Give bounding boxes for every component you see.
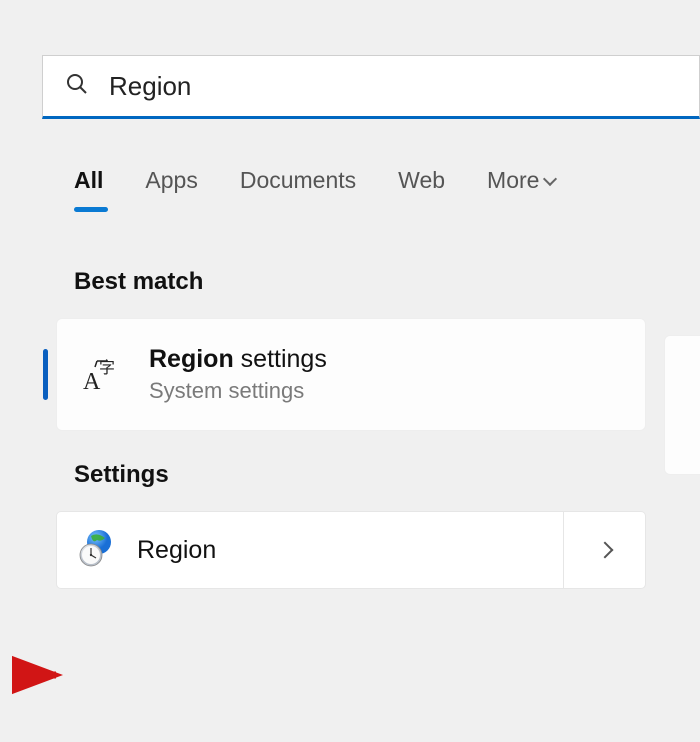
settings-header: Settings [74, 461, 700, 489]
expand-button[interactable] [563, 512, 645, 588]
tab-web[interactable]: Web [398, 167, 445, 206]
settings-result-label: Region [137, 536, 216, 565]
tab-documents[interactable]: Documents [240, 167, 356, 206]
settings-result-main[interactable]: Region [57, 512, 563, 588]
chevron-down-icon [543, 171, 557, 185]
tabs-row: All Apps Documents Web More [42, 119, 700, 206]
best-match-title: Region settings [149, 345, 327, 374]
globe-clock-icon [77, 528, 117, 573]
search-box[interactable] [42, 55, 700, 119]
search-container: All Apps Documents Web More Best match A… [42, 55, 700, 589]
search-icon [65, 72, 89, 101]
tab-apps[interactable]: Apps [145, 167, 197, 206]
tab-all[interactable]: All [74, 167, 103, 206]
side-panel [664, 335, 700, 475]
arrow-annotation-icon [12, 650, 72, 700]
chevron-right-icon [596, 542, 613, 559]
tab-more[interactable]: More [487, 167, 555, 206]
best-match-text: Region settings System settings [149, 345, 327, 404]
tab-more-label: More [487, 167, 539, 194]
best-match-header: Best match [74, 268, 700, 296]
settings-result-row[interactable]: Region [56, 511, 646, 589]
best-match-subtitle: System settings [149, 378, 327, 404]
language-settings-icon: A 字 [81, 355, 125, 395]
search-input[interactable] [109, 71, 677, 102]
best-match-result[interactable]: A 字 Region settings System settings [56, 318, 646, 431]
